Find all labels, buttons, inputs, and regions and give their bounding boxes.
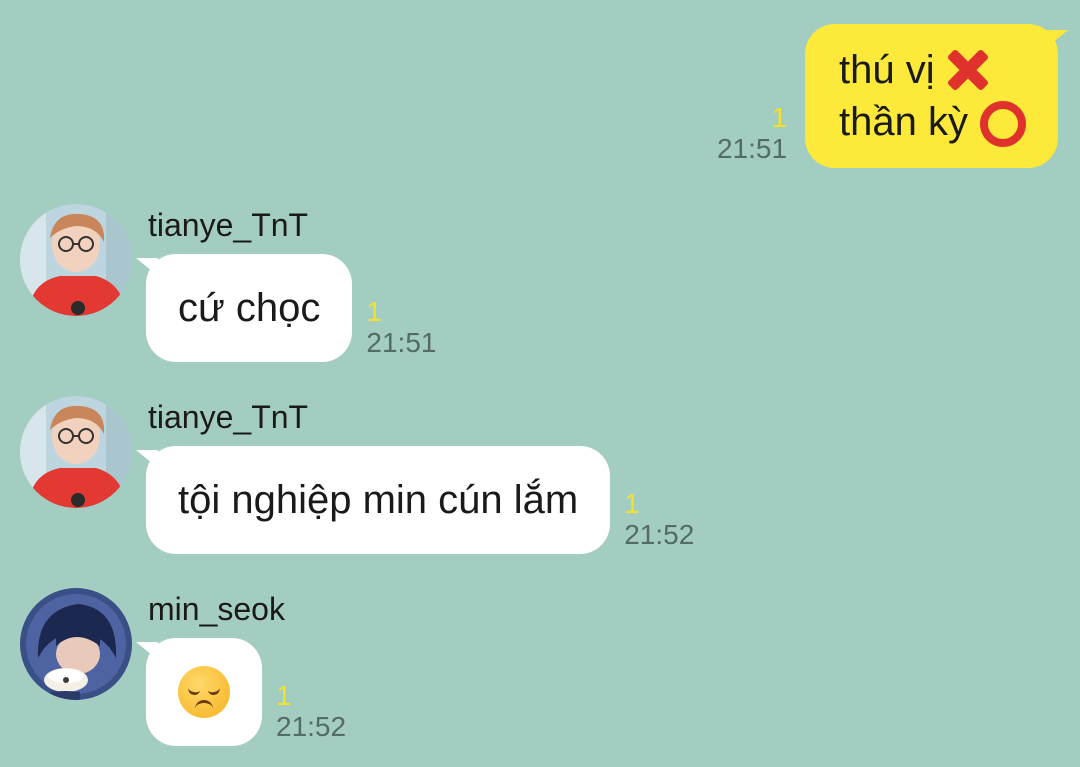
message-meta: 1 21:51 xyxy=(717,104,787,166)
message-time: 21:52 xyxy=(624,519,695,550)
outgoing-message: 1 21:51 thú vị thần kỳ xyxy=(717,24,1068,168)
message-time: 21:51 xyxy=(366,327,437,358)
incoming-bubble[interactable] xyxy=(136,638,262,746)
avatar[interactable] xyxy=(20,588,132,700)
message-meta: 1 21:52 xyxy=(624,490,694,552)
message-text-line-1: thú vị xyxy=(839,48,935,92)
incoming-bubble[interactable]: tội nghiệp min cún lắm xyxy=(135,446,611,554)
message-time: 21:52 xyxy=(276,711,347,742)
sender-name[interactable]: min_seok xyxy=(148,590,285,628)
red-cross-mark-icon xyxy=(943,45,993,95)
chat-view[interactable]: 1 21:51 thú vị thần kỳ tianye_TnT cứ chọ… xyxy=(0,0,1080,767)
sender-name[interactable]: tianye_TnT xyxy=(148,206,308,244)
message-meta: 1 21:51 xyxy=(366,298,436,360)
user-avatar-photo xyxy=(20,396,132,508)
avatar[interactable] xyxy=(20,204,132,316)
unread-count: 1 xyxy=(366,296,382,327)
disappointed-face-emoji xyxy=(178,666,230,718)
incoming-bubble[interactable]: cứ chọc xyxy=(135,254,353,362)
sender-name[interactable]: tianye_TnT xyxy=(148,398,308,436)
message-text: cứ chọc xyxy=(178,285,321,330)
user-avatar-photo xyxy=(20,204,132,316)
message-meta: 1 21:52 xyxy=(276,682,346,744)
message-text: tội nghiệp min cún lắm xyxy=(178,477,579,522)
message-text-line-2: thần kỳ xyxy=(839,100,968,144)
avatar[interactable] xyxy=(20,396,132,508)
unread-count: 1 xyxy=(771,102,788,133)
user-avatar-photo xyxy=(20,588,132,700)
unread-count: 1 xyxy=(624,488,640,519)
message-time: 21:51 xyxy=(716,133,788,164)
outgoing-bubble[interactable]: thú vị thần kỳ xyxy=(805,24,1068,168)
unread-count: 1 xyxy=(276,680,292,711)
red-circle-mark-icon xyxy=(976,97,1026,147)
